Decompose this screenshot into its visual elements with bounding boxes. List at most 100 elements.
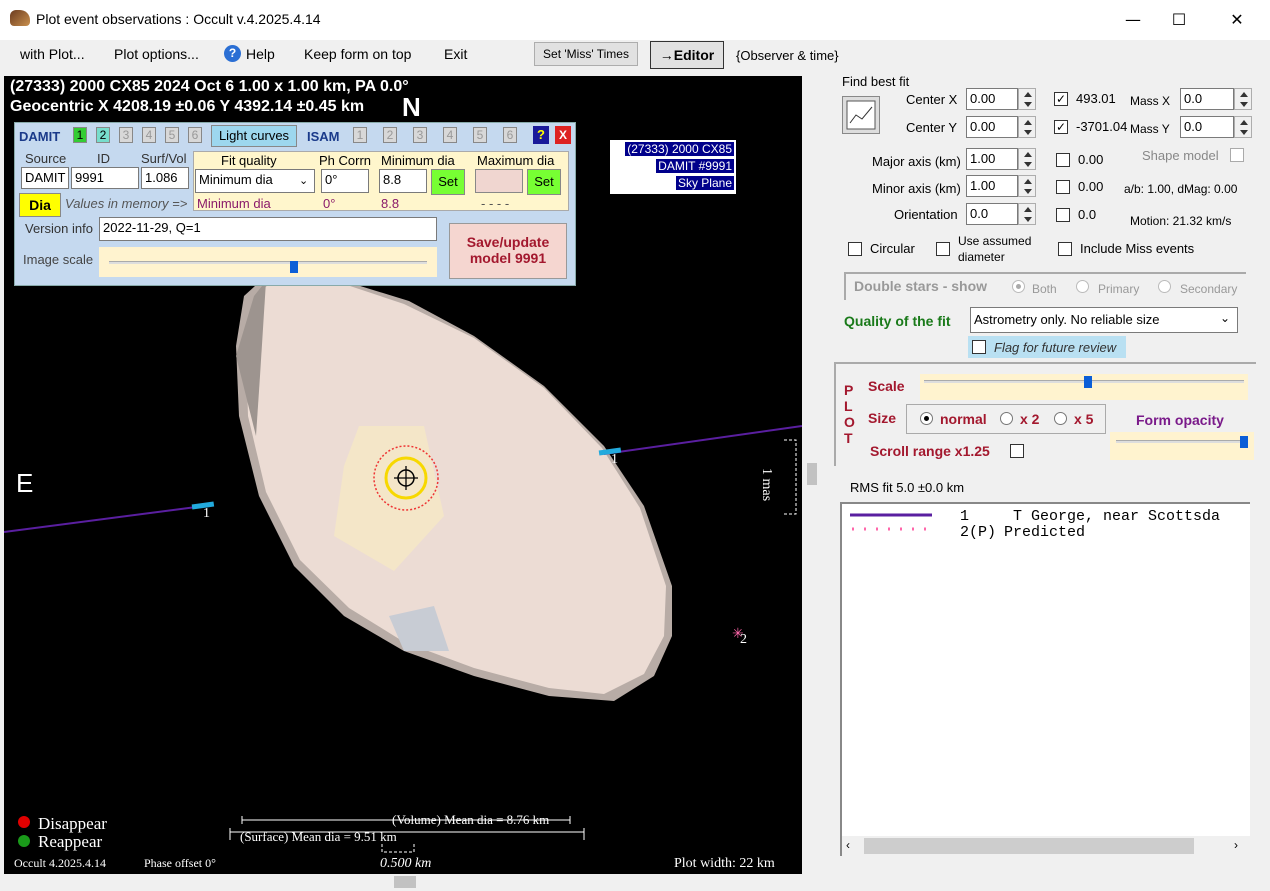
image-scale-slider[interactable] — [99, 247, 437, 277]
scroll-range-checkbox[interactable] — [1010, 444, 1024, 458]
center-x-field[interactable]: 0.00 — [966, 88, 1018, 110]
fix-major-checkbox[interactable] — [1056, 153, 1070, 167]
id-field[interactable]: 9991 — [71, 167, 139, 189]
plot-vscroll-thumb[interactable] — [807, 463, 817, 485]
chord-1-label: 1 — [203, 506, 210, 521]
isam-tab-5[interactable]: 5 — [473, 127, 487, 143]
source-field[interactable]: DAMIT — [21, 167, 69, 189]
menu-plot-options[interactable]: Plot options... — [114, 46, 199, 62]
center-y-label: Center Y — [906, 120, 958, 135]
both-radio[interactable] — [1012, 280, 1025, 293]
center-y-spinner[interactable] — [1018, 116, 1036, 138]
isam-tab-4[interactable]: 4 — [443, 127, 457, 143]
minor-axis-field[interactable]: 1.00 — [966, 175, 1018, 197]
plot-header-1: (27333) 2000 CX85 2024 Oct 6 1.00 x 1.00… — [10, 78, 409, 95]
fix-orientation-checkbox[interactable] — [1056, 208, 1070, 222]
save-update-model-button[interactable]: Save/update model 9991 — [449, 223, 567, 279]
plot-vscrollbar[interactable] — [804, 76, 820, 874]
quality-select[interactable]: Astrometry only. No reliable size — [970, 307, 1238, 333]
mass-y-field[interactable]: 0.0 — [1180, 116, 1234, 138]
isam-tab-1[interactable]: 1 — [353, 127, 367, 143]
min-dia-set-button[interactable]: Set — [431, 169, 465, 195]
form-opacity-slider[interactable] — [1110, 432, 1254, 460]
plot-hscrollbar[interactable] — [4, 874, 802, 890]
include-miss-checkbox[interactable] — [1058, 242, 1072, 256]
legend-list[interactable]: 1 T George, near Scottsda 2(P) Predicted ‹… — [840, 502, 1250, 856]
fit-quality-select[interactable]: Minimum dia — [195, 169, 315, 193]
circular-checkbox[interactable] — [848, 242, 862, 256]
size-normal-radio[interactable] — [920, 412, 933, 425]
light-curves-button[interactable]: Light curves — [211, 125, 297, 147]
dia-button[interactable]: Dia — [19, 193, 61, 217]
major-axis-field[interactable]: 1.00 — [966, 148, 1018, 170]
version-info-label: Version info — [25, 221, 93, 236]
values-in-memory-label: Values in memory => — [65, 196, 188, 211]
scale-thumb[interactable] — [1084, 376, 1092, 388]
damit-tab-6[interactable]: 6 — [188, 127, 202, 143]
min-dia-field[interactable]: 8.8 — [379, 169, 427, 193]
surf-vol-field[interactable]: 1.086 — [141, 167, 189, 189]
menu-help[interactable]: Help — [246, 46, 275, 62]
ph-corr-field[interactable]: 0° — [321, 169, 369, 193]
version-info-field[interactable]: 2022-11-29, Q=1 — [99, 217, 437, 241]
info-line-2: DAMIT #9991 — [656, 159, 734, 173]
major-axis-spinner[interactable] — [1018, 148, 1036, 170]
damit-tab-5[interactable]: 5 — [165, 127, 179, 143]
menu-with-plot[interactable]: with Plot... — [20, 46, 85, 62]
set-miss-times-button[interactable]: Set 'Miss' Times — [534, 42, 638, 66]
close-button[interactable]: ✕ — [1214, 0, 1260, 40]
shape-model-checkbox[interactable] — [1230, 148, 1244, 162]
secondary-label: Secondary — [1180, 282, 1238, 296]
mass-x-field[interactable]: 0.0 — [1180, 88, 1234, 110]
max-dia-set-button[interactable]: Set — [527, 169, 561, 195]
legend-line-samples — [850, 513, 932, 531]
ab-dmag-label: a/b: 1.00, dMag: 0.00 — [1124, 182, 1238, 196]
damit-tab-3[interactable]: 3 — [119, 127, 133, 143]
menu-keep-on-top[interactable]: Keep form on top — [304, 46, 411, 62]
center-x-spinner[interactable] — [1018, 88, 1036, 110]
plot-controls-group: PLOT Scale Size normal x 2 x 5 Form opac… — [834, 362, 1256, 466]
help-icon[interactable]: ? — [224, 45, 241, 62]
center-y-field[interactable]: 0.00 — [966, 116, 1018, 138]
surf-vol-label: Surf/Vol — [141, 151, 187, 166]
fix-minor-checkbox[interactable] — [1056, 180, 1070, 194]
mass-y-spinner[interactable] — [1234, 116, 1252, 138]
fix-x-checkbox[interactable]: ✓ — [1054, 92, 1068, 106]
opacity-thumb[interactable] — [1239, 436, 1248, 448]
isam-tab-2[interactable]: 2 — [383, 127, 397, 143]
menu-exit[interactable]: Exit — [444, 46, 467, 62]
damit-help-button[interactable]: ? — [533, 126, 549, 144]
size-x2-radio[interactable] — [1000, 412, 1013, 425]
damit-close-button[interactable]: X — [555, 126, 571, 144]
use-assumed-label: Use assumed — [958, 234, 1032, 248]
size-x5-radio[interactable] — [1054, 412, 1067, 425]
mass-x-spinner[interactable] — [1234, 88, 1252, 110]
isam-tab-3[interactable]: 3 — [413, 127, 427, 143]
scroll-right-icon[interactable]: › — [1234, 838, 1238, 852]
scale-slider[interactable] — [920, 374, 1248, 400]
primary-radio[interactable] — [1076, 280, 1089, 293]
editor-button[interactable]: →Editor — [650, 41, 724, 69]
max-dia-field[interactable] — [475, 169, 523, 193]
orientation-spinner[interactable] — [1018, 203, 1036, 225]
disappear-dot — [18, 816, 30, 828]
secondary-radio[interactable] — [1158, 280, 1171, 293]
plot-hscroll-thumb[interactable] — [394, 876, 416, 888]
damit-tab-4[interactable]: 4 — [142, 127, 156, 143]
image-scale-thumb[interactable] — [290, 261, 299, 273]
orientation-field[interactable]: 0.0 — [966, 203, 1018, 225]
legend-hscroll-thumb[interactable] — [864, 838, 1194, 854]
minor-axis-spinner[interactable] — [1018, 175, 1036, 197]
maximize-button[interactable]: ☐ — [1156, 0, 1202, 40]
legend-hscrollbar[interactable]: ‹ › — [842, 836, 1250, 856]
minimize-button[interactable]: — — [1110, 0, 1156, 40]
damit-tab-2[interactable]: 2 — [96, 127, 110, 143]
fix-y-checkbox[interactable]: ✓ — [1054, 120, 1068, 134]
isam-tab-6[interactable]: 6 — [503, 127, 517, 143]
flag-review-checkbox[interactable] — [972, 340, 986, 354]
damit-tab-1[interactable]: 1 — [73, 127, 87, 143]
find-best-fit-button[interactable] — [842, 96, 880, 134]
use-assumed-checkbox[interactable] — [936, 242, 950, 256]
scroll-left-icon[interactable]: ‹ — [846, 838, 850, 852]
ph-corr-label: Ph Corrn — [319, 153, 372, 168]
